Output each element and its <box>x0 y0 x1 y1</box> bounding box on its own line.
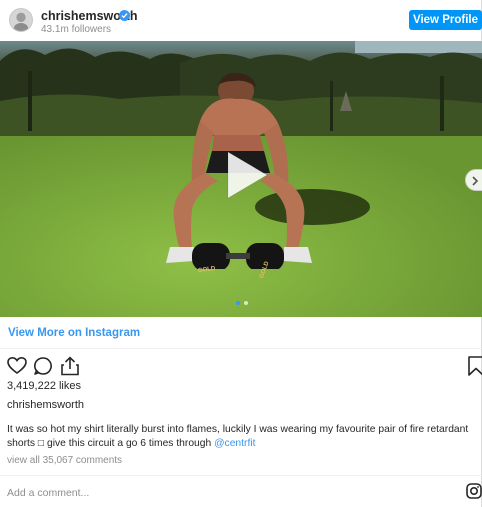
verified-check-icon <box>119 10 130 21</box>
view-more-link[interactable]: View More on Instagram <box>8 327 140 339</box>
caption-owner[interactable]: chrishemsworth <box>7 399 84 411</box>
followers-count: 43.1m followers <box>41 24 112 35</box>
chevron-right-icon[interactable] <box>465 169 482 191</box>
heart-icon[interactable] <box>7 356 27 376</box>
add-comment-link[interactable]: Add a comment... <box>7 487 89 499</box>
instagram-logo-icon[interactable] <box>466 483 482 499</box>
instagram-embed: chrishemsworth 43.1m followers View Prof… <box>0 0 482 507</box>
share-icon[interactable] <box>60 356 80 376</box>
post-header: chrishemsworth 43.1m followers View Prof… <box>0 0 482 41</box>
carousel-dot-active <box>236 301 240 305</box>
play-icon[interactable] <box>224 149 270 201</box>
view-profile-button[interactable]: View Profile <box>409 10 482 30</box>
avatar[interactable] <box>9 8 33 32</box>
divider <box>0 475 482 476</box>
likes-count[interactable]: 3,419,222 likes <box>7 380 81 392</box>
post-media[interactable]: GOLD GOLD <box>0 41 482 317</box>
comment-icon[interactable] <box>33 356 53 376</box>
view-all-comments-link[interactable]: view all 35,067 comments <box>7 455 122 466</box>
carousel-dot <box>244 301 248 305</box>
caption: It was so hot my shirt literally burst i… <box>7 423 482 451</box>
caption-mention[interactable]: @centrfit <box>214 438 255 449</box>
bookmark-icon[interactable] <box>466 356 482 376</box>
carousel-dots <box>236 301 250 306</box>
divider <box>0 348 482 349</box>
